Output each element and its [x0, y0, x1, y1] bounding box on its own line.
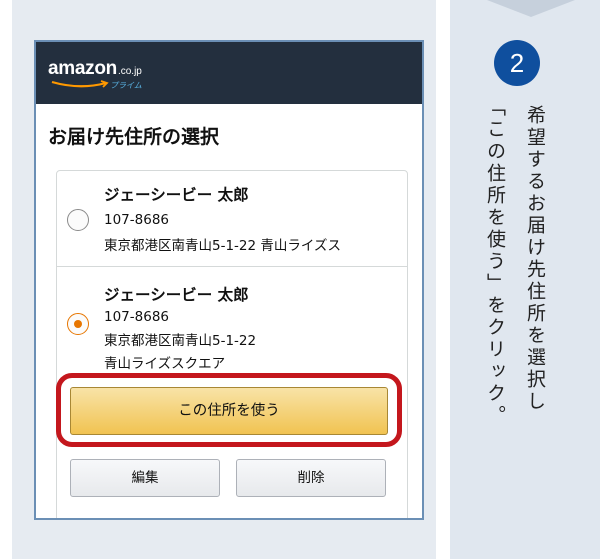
page-title: お届け先住所の選択 — [48, 126, 220, 148]
use-this-address-button[interactable]: この住所を使う — [70, 387, 388, 435]
address-postal: 107-8686 — [104, 309, 169, 325]
radio-button-selected[interactable] — [67, 313, 89, 335]
step-number-badge: 2 — [494, 40, 540, 86]
address-name: ジェーシービー 太郎 — [104, 286, 249, 304]
logo-domain: .co.jp — [117, 66, 142, 77]
instruction-line-1: 希望するお届け先住所を選択し — [524, 105, 546, 413]
logo-word: amazon — [48, 58, 117, 79]
address-line-2: 青山ライズスクエア — [104, 356, 226, 372]
radio-button-unselected[interactable] — [67, 209, 89, 231]
edit-button[interactable]: 編集 — [70, 459, 220, 497]
instruction-line-2: 「この住所を使う」をクリック。 — [484, 97, 506, 427]
address-postal: 107-8686 — [104, 212, 169, 228]
smile-arrow-icon — [51, 80, 109, 88]
logo-prime: プライム — [110, 81, 142, 90]
address-option-1[interactable]: ジェーシービー 太郎 107-8686 東京都港区南青山5-1-22 青山ライズ… — [56, 170, 408, 267]
address-line-1: 東京都港区南青山5-1-22 — [104, 333, 257, 349]
step-arrow-icon — [487, 0, 575, 17]
amazon-header: amazon.co.jp プライム — [36, 42, 422, 104]
delete-button[interactable]: 削除 — [236, 459, 386, 497]
address-name: ジェーシービー 太郎 — [104, 186, 249, 204]
phone-screen: amazon.co.jp プライム お届け先住所の選択 ジェーシービー 太郎 1… — [34, 40, 424, 520]
amazon-logo[interactable]: amazon.co.jp プライム — [48, 58, 142, 90]
address-line-1: 東京都港区南青山5-1-22 青山ライズス — [104, 238, 341, 254]
